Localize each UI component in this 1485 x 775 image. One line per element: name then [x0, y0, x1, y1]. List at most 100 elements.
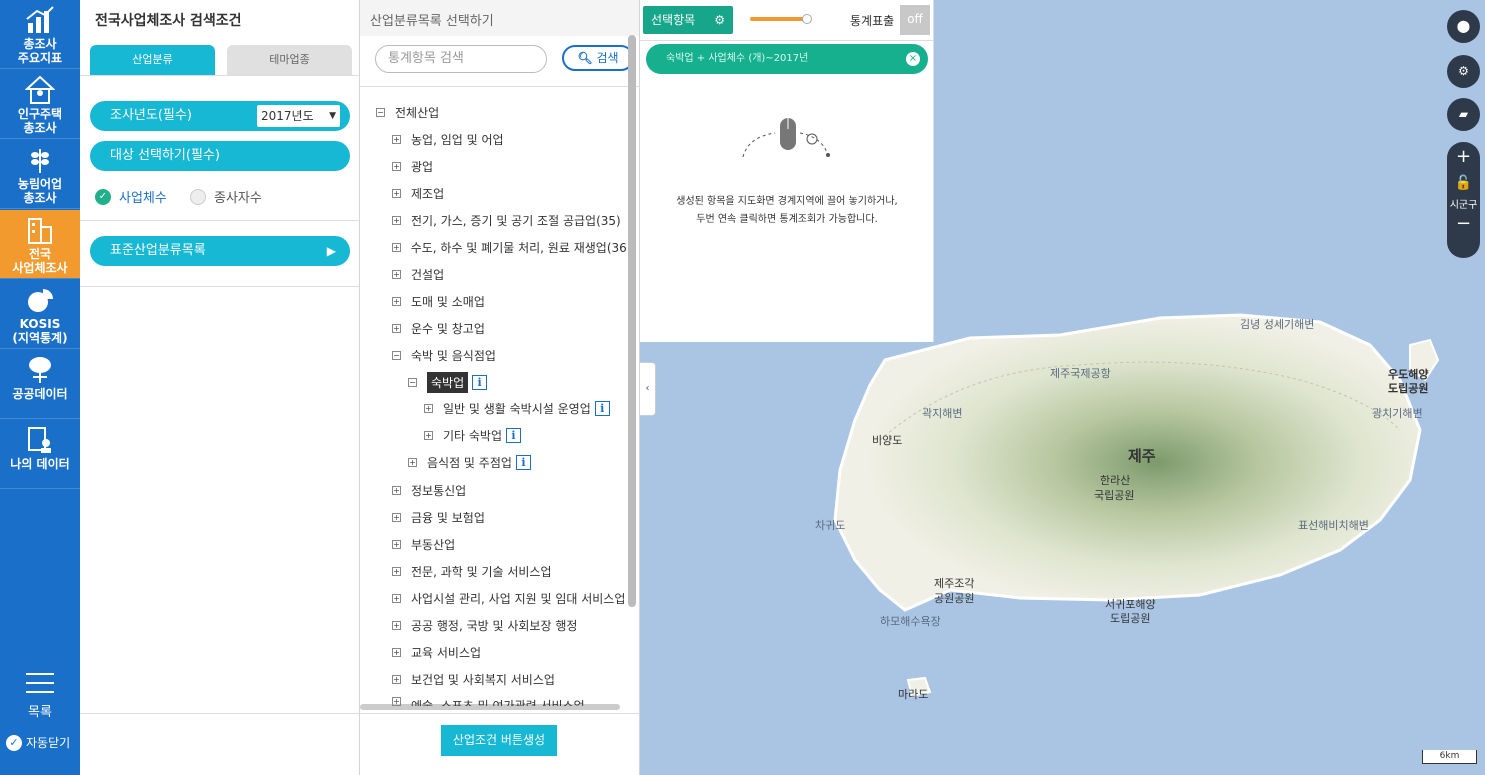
- radio-business-count[interactable]: ✓ 사업체수: [95, 187, 167, 206]
- tree-node[interactable]: − 전체산업: [376, 104, 439, 121]
- location-pin-icon: ⬤: [1456, 19, 1471, 33]
- tree-node[interactable]: + 금융 및 보험업: [392, 509, 485, 526]
- tree-node[interactable]: + 공공 행정, 국방 및 사회보장 행정: [392, 617, 577, 634]
- info-icon[interactable]: i: [594, 401, 610, 416]
- tree-node[interactable]: + 기타 숙박업 i: [424, 427, 522, 444]
- nav-item-kosis[interactable]: KOSIS (지역통계): [0, 280, 80, 349]
- selected-item-chip[interactable]: 숙박업 + 사업체수 (개)~2017년 ×: [646, 44, 928, 74]
- year-select[interactable]: 2017년도 ▼: [257, 105, 340, 127]
- menu-label: 목록: [28, 705, 52, 720]
- tree-node[interactable]: + 농업, 임업 및 어업: [392, 131, 504, 148]
- help-line-2: 두번 연속 클릭하면 통계조회가 가능합니다.: [696, 214, 878, 225]
- location-pin-button[interactable]: ⬤: [1447, 10, 1480, 43]
- map-label: 비양도: [872, 434, 903, 447]
- selected-items-button[interactable]: 선택항목 ⚙: [643, 6, 733, 34]
- map-label: 마라도: [898, 688, 929, 701]
- tree-node-label: 기타 숙박업: [443, 429, 503, 443]
- close-icon[interactable]: ×: [906, 52, 920, 66]
- info-icon[interactable]: i: [506, 428, 522, 443]
- nav-item-public-data[interactable]: 공공데이터: [0, 350, 80, 419]
- nav-item-my-data[interactable]: 나의 데이터: [0, 420, 80, 489]
- selected-items-label: 선택항목: [651, 13, 696, 27]
- house-person-icon: [25, 75, 55, 104]
- autoclose-toggle[interactable]: ✓ 자동닫기: [6, 734, 70, 751]
- opacity-slider[interactable]: [750, 17, 805, 21]
- play-arrow-icon: ▶: [326, 244, 336, 258]
- nav-item-agriculture-census[interactable]: 농림어업 총조사: [0, 140, 80, 209]
- tree-node[interactable]: + 예술, 스포츠 및 여가관련 서비스업: [392, 697, 585, 706]
- tree-node-label: 금융 및 보험업: [411, 511, 485, 525]
- tree-node[interactable]: + 보건업 및 사회복지 서비스업: [392, 671, 555, 688]
- chip-label: 숙박업 + 사업체수 (개)~2017년: [666, 53, 809, 64]
- nav-label: 나의 데이터: [10, 457, 70, 471]
- settings-button[interactable]: ⚙: [1447, 55, 1480, 88]
- radio-worker-count[interactable]: 종사자수: [190, 187, 262, 206]
- map-label: 한라산: [1100, 474, 1131, 487]
- tree-node-label: 정보통신업: [411, 484, 467, 498]
- collapse-panel-button[interactable]: ‹: [640, 362, 656, 416]
- tree-node[interactable]: + 제조업: [392, 185, 444, 202]
- minus-icon: −: [392, 351, 401, 360]
- tab-industry[interactable]: 산업분류: [90, 45, 215, 75]
- drag-mouse-icon: [742, 118, 830, 158]
- divider: [360, 86, 639, 87]
- info-icon[interactable]: i: [515, 455, 531, 470]
- tree-node[interactable]: + 사업시설 관리, 사업 지원 및 임대 서비스업: [392, 590, 625, 607]
- nav-label: 총조사: [23, 37, 57, 51]
- help-line-1: 생성된 항목을 지도화면 경계지역에 끌어 놓기하거나,: [676, 196, 898, 207]
- search-button[interactable]: 🔍︎ 검색: [562, 45, 634, 71]
- stats-display-toggle[interactable]: off: [900, 5, 930, 35]
- unlock-icon[interactable]: 🔓: [1447, 172, 1480, 196]
- scrollbar[interactable]: [628, 35, 636, 607]
- nav-label: 주요지표: [17, 51, 63, 65]
- opacity-slider-handle[interactable]: [802, 14, 812, 24]
- search-icon: 🔍︎: [577, 51, 593, 65]
- tab-theme[interactable]: 테마업종: [227, 45, 352, 75]
- tree-node[interactable]: + 운수 및 창고업: [392, 320, 485, 337]
- tab-bar: 산업분류 테마업종: [90, 45, 352, 75]
- tree-node[interactable]: + 일반 및 생활 숙박시설 운영업 i: [424, 400, 610, 417]
- menu-button[interactable]: 목록: [0, 673, 80, 720]
- tree-node[interactable]: + 부동산업: [392, 536, 455, 553]
- tree-node[interactable]: + 건설업: [392, 266, 444, 283]
- nav-item-census-indicators[interactable]: 총조사 주요지표: [0, 0, 80, 69]
- standard-list-button[interactable]: 표준산업분류목록 ▶: [90, 236, 350, 266]
- tree-node-label: 전기, 가스, 증기 및 공기 조절 공급업(35): [411, 214, 621, 228]
- search-condition-panel: 전국사업체조사 검색조건 산업분류 테마업종 조사년도(필수) 2017년도 ▼…: [80, 0, 360, 775]
- plus-icon: +: [392, 189, 401, 198]
- plus-icon: +: [392, 324, 401, 333]
- tree-node[interactable]: + 정보통신업: [392, 482, 466, 499]
- tree-node[interactable]: + 수도, 하수 및 폐기물 처리, 원료 재생업(36~39): [392, 239, 628, 256]
- nav-label: KOSIS: [19, 317, 61, 331]
- generate-condition-button[interactable]: 산업조건 버튼생성: [441, 725, 557, 756]
- tree-node-label: 수도, 하수 및 폐기물 처리, 원료 재생업(36~39): [410, 241, 628, 255]
- plus-icon: +: [392, 270, 401, 279]
- tree-node[interactable]: + 전기, 가스, 증기 및 공기 조절 공급업(35): [392, 212, 621, 229]
- plus-icon: +: [392, 513, 401, 522]
- search-button-label: 검색: [596, 51, 619, 65]
- nav-item-business-survey[interactable]: 전국 사업체조사: [0, 210, 80, 279]
- tree-node[interactable]: + 교육 서비스업: [392, 644, 481, 661]
- target-select-button[interactable]: 대상 선택하기(필수): [90, 141, 350, 171]
- panel-title: 전국사업체조사 검색조건: [95, 13, 242, 29]
- zoom-out-button[interactable]: −: [1447, 211, 1480, 241]
- tree-node-label: 일반 및 생활 숙박시설 운영업: [443, 402, 591, 416]
- zoom-in-button[interactable]: +: [1447, 142, 1480, 172]
- layer-button[interactable]: ▰: [1447, 98, 1480, 131]
- plus-icon: +: [392, 162, 401, 171]
- divider: [80, 713, 359, 714]
- tree-node[interactable]: + 음식점 및 주점업 i: [408, 454, 531, 471]
- info-icon[interactable]: i: [472, 375, 488, 390]
- tree-node[interactable]: + 전문, 과학 및 기술 서비스업: [392, 563, 552, 580]
- plus-icon: +: [392, 675, 401, 684]
- tree-node-label: 보건업 및 사회복지 서비스업: [411, 673, 555, 687]
- tree-node-label: 제조업: [411, 187, 445, 201]
- nav-item-population-census[interactable]: 인구주택 총조사: [0, 70, 80, 139]
- tree-node[interactable]: + 광업: [392, 158, 433, 175]
- divider: [80, 286, 359, 287]
- search-input[interactable]: 통계항목 검색: [375, 45, 547, 73]
- plus-icon: +: [392, 540, 401, 549]
- tree-node-selected[interactable]: − 숙박업 i: [408, 372, 488, 393]
- tree-node[interactable]: − 숙박 및 음식점업: [392, 347, 496, 364]
- tree-node[interactable]: + 도매 및 소매업: [392, 293, 485, 310]
